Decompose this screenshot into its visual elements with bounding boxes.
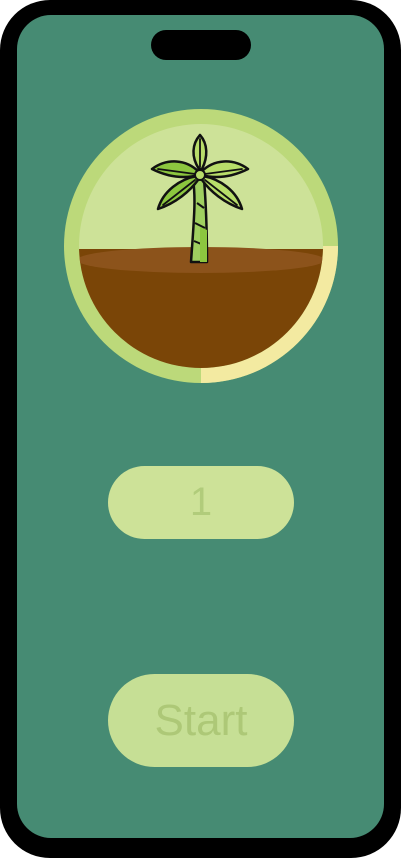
start-button[interactable]: Start — [108, 674, 294, 767]
plant-growth-circle — [64, 109, 338, 383]
camera-notch — [151, 30, 251, 60]
duration-selector[interactable]: 1 — [108, 466, 294, 539]
start-button-label: Start — [154, 695, 248, 745]
duration-value: 1 — [189, 480, 213, 524]
plant-growth-graphic — [64, 109, 338, 383]
